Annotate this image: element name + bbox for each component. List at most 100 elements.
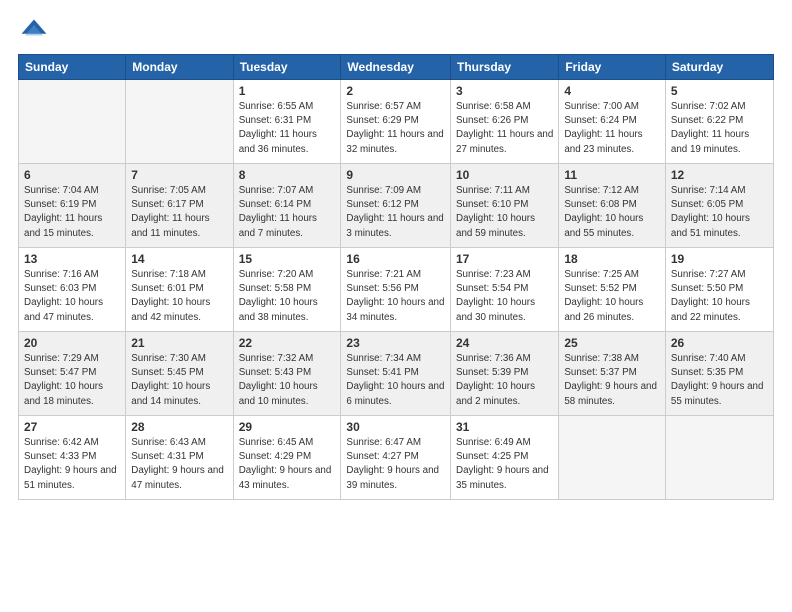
day-number: 17 (456, 252, 553, 266)
daylight: Daylight: 11 hours and 19 minutes. (671, 129, 749, 154)
sunrise: Sunrise: 6:43 AM (131, 437, 206, 448)
daylight: Daylight: 9 hours and 39 minutes. (346, 465, 439, 490)
sunset: Sunset: 4:27 PM (346, 451, 418, 462)
daylight: Daylight: 10 hours and 14 minutes. (131, 381, 210, 406)
table-row: 11Sunrise: 7:12 AMSunset: 6:08 PMDayligh… (559, 164, 666, 248)
logo-icon (18, 16, 50, 48)
sunset: Sunset: 6:10 PM (456, 199, 528, 210)
daylight: Daylight: 9 hours and 35 minutes. (456, 465, 549, 490)
sunrise: Sunrise: 7:21 AM (346, 269, 421, 280)
sunset: Sunset: 4:31 PM (131, 451, 203, 462)
daylight: Daylight: 11 hours and 15 minutes. (24, 213, 102, 238)
daylight: Daylight: 10 hours and 6 minutes. (346, 381, 444, 406)
sunrise: Sunrise: 7:36 AM (456, 353, 531, 364)
daylight: Daylight: 11 hours and 11 minutes. (131, 213, 209, 238)
table-row: 24Sunrise: 7:36 AMSunset: 5:39 PMDayligh… (451, 332, 559, 416)
table-row: 5Sunrise: 7:02 AMSunset: 6:22 PMDaylight… (665, 80, 773, 164)
sunrise: Sunrise: 7:20 AM (239, 269, 314, 280)
sunset: Sunset: 6:05 PM (671, 199, 743, 210)
table-row: 1 Sunrise: 6:55 AM Sunset: 6:31 PM Daylight… (233, 80, 341, 164)
daylight: Daylight: 10 hours and 51 minutes. (671, 213, 750, 238)
cell-info: Sunrise: 7:00 AMSunset: 6:24 PMDaylight:… (564, 100, 660, 157)
cell-info: Sunrise: 7:32 AMSunset: 5:43 PMDaylight:… (239, 352, 336, 409)
calendar-page: Sunday Monday Tuesday Wednesday Thursday… (0, 0, 792, 612)
cell-info: Sunrise: 7:04 AMSunset: 6:19 PMDaylight:… (24, 184, 120, 241)
cell-info: Sunrise: 7:16 AMSunset: 6:03 PMDaylight:… (24, 268, 120, 325)
cell-info: Sunrise: 7:14 AMSunset: 6:05 PMDaylight:… (671, 184, 768, 241)
col-tuesday: Tuesday (233, 55, 341, 80)
sunset: Sunset: 6:17 PM (131, 199, 203, 210)
daylight: Daylight: 10 hours and 34 minutes. (346, 297, 444, 322)
daylight: Daylight: 11 hours and 3 minutes. (346, 213, 443, 238)
calendar-week-row: 20Sunrise: 7:29 AMSunset: 5:47 PMDayligh… (19, 332, 774, 416)
sunset: Sunset: 6:22 PM (671, 115, 743, 126)
daylight: Daylight: 10 hours and 22 minutes. (671, 297, 750, 322)
table-row (126, 80, 233, 164)
sunrise: Sunrise: 7:34 AM (346, 353, 421, 364)
sunrise: Sunrise: 7:30 AM (131, 353, 206, 364)
sunset: Sunset: 6:14 PM (239, 199, 311, 210)
cell-info: Sunrise: 7:23 AMSunset: 5:54 PMDaylight:… (456, 268, 553, 325)
daylight: Daylight: 10 hours and 10 minutes. (239, 381, 318, 406)
cell-info: Sunrise: 7:02 AMSunset: 6:22 PMDaylight:… (671, 100, 768, 157)
day-number: 6 (24, 168, 120, 182)
sunrise: Sunrise: 7:25 AM (564, 269, 639, 280)
col-saturday: Saturday (665, 55, 773, 80)
sunset: Sunset: 6:31 PM (239, 115, 311, 126)
daylight: Daylight: 10 hours and 26 minutes. (564, 297, 643, 322)
sunrise: Sunrise: 7:07 AM (239, 185, 314, 196)
cell-info: Sunrise: 6:57 AMSunset: 6:29 PMDaylight:… (346, 100, 445, 157)
day-number: 19 (671, 252, 768, 266)
day-number: 18 (564, 252, 660, 266)
cell-info: Sunrise: 7:12 AMSunset: 6:08 PMDaylight:… (564, 184, 660, 241)
sunset: Sunset: 4:33 PM (24, 451, 96, 462)
daylight: Daylight: 9 hours and 58 minutes. (564, 381, 657, 406)
cell-info: Sunrise: 7:30 AMSunset: 5:45 PMDaylight:… (131, 352, 227, 409)
daylight: Daylight: 11 hours and 7 minutes. (239, 213, 317, 238)
table-row: 19Sunrise: 7:27 AMSunset: 5:50 PMDayligh… (665, 248, 773, 332)
sunrise: Sunrise: 7:23 AM (456, 269, 531, 280)
col-monday: Monday (126, 55, 233, 80)
table-row: 8Sunrise: 7:07 AMSunset: 6:14 PMDaylight… (233, 164, 341, 248)
table-row: 18Sunrise: 7:25 AMSunset: 5:52 PMDayligh… (559, 248, 666, 332)
day-number: 2 (346, 84, 445, 98)
table-row (665, 416, 773, 500)
daylight: Daylight: 10 hours and 59 minutes. (456, 213, 535, 238)
sunset: Sunset: 5:56 PM (346, 283, 418, 294)
cell-info: Sunrise: 7:11 AMSunset: 6:10 PMDaylight:… (456, 184, 553, 241)
daylight: Daylight: 11 hours and 27 minutes. (456, 129, 553, 154)
table-row: 14Sunrise: 7:18 AMSunset: 6:01 PMDayligh… (126, 248, 233, 332)
sunset: Sunset: 5:50 PM (671, 283, 743, 294)
table-row: 23Sunrise: 7:34 AMSunset: 5:41 PMDayligh… (341, 332, 451, 416)
day-number: 1 (239, 84, 336, 98)
day-number: 10 (456, 168, 553, 182)
sunrise: Sunrise: 6:55 AM (239, 101, 314, 112)
table-row: 28Sunrise: 6:43 AMSunset: 4:31 PMDayligh… (126, 416, 233, 500)
sunset: Sunset: 5:35 PM (671, 367, 743, 378)
day-number: 27 (24, 420, 120, 434)
table-row: 21 Sunrise: 7:30 AMSunset: 5:45 PMDayligh… (126, 332, 233, 416)
cell-info: Sunrise: 6:43 AMSunset: 4:31 PMDaylight:… (131, 436, 227, 493)
cell-info: Sunrise: 7:36 AMSunset: 5:39 PMDaylight:… (456, 352, 553, 409)
table-row: 30Sunrise: 6:47 AMSunset: 4:27 PMDayligh… (341, 416, 451, 500)
sunrise: Sunrise: 7:05 AM (131, 185, 206, 196)
daylight: Daylight: 11 hours and 23 minutes. (564, 129, 642, 154)
cell-info: Sunrise: 7:07 AM Sunset: 6:14 PM Daylight:… (239, 184, 336, 241)
cell-info: Sunrise: 7:34 AM Sunset: 5:41 PM Daylight:… (346, 352, 445, 409)
cell-info: Sunrise: 7:05 AM Sunset: 6:17 PM Daylight:… (131, 184, 227, 241)
day-number: 22 (239, 336, 336, 350)
day-number: 26 (671, 336, 768, 350)
day-number: 15 (239, 252, 336, 266)
sunset: Sunset: 5:41 PM (346, 367, 418, 378)
day-number: 21 (131, 336, 227, 350)
calendar-week-row: 13Sunrise: 7:16 AMSunset: 6:03 PMDayligh… (19, 248, 774, 332)
daylight: Daylight: 11 hours and 36 minutes. (239, 129, 317, 154)
table-row: 31Sunrise: 6:49 AMSunset: 4:25 PMDayligh… (451, 416, 559, 500)
sunset: Sunset: 5:39 PM (456, 367, 528, 378)
table-row: 29Sunrise: 6:45 AMSunset: 4:29 PMDayligh… (233, 416, 341, 500)
sunrise: Sunrise: 7:04 AM (24, 185, 99, 196)
sunset: Sunset: 5:43 PM (239, 367, 311, 378)
sunset: Sunset: 4:25 PM (456, 451, 528, 462)
sunrise: Sunrise: 6:47 AM (346, 437, 421, 448)
calendar-week-row: 6 Sunrise: 7:04 AMSunset: 6:19 PMDaylight… (19, 164, 774, 248)
